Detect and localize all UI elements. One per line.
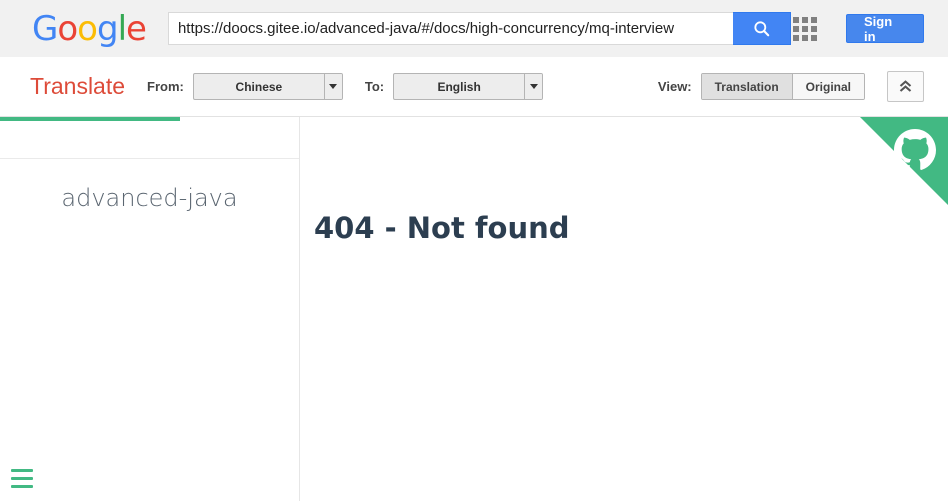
sign-in-button[interactable]: Sign in	[846, 13, 924, 44]
chevron-down-icon	[323, 74, 342, 99]
hamburger-menu-icon[interactable]	[11, 469, 33, 488]
view-translation-button[interactable]: Translation	[701, 74, 792, 99]
search-input[interactable]	[167, 12, 733, 45]
page-loading-progress-bar	[0, 117, 180, 121]
translate-toolbar: Translate From: Chinese To: English View…	[0, 57, 948, 117]
google-logo-letter-l: l	[117, 8, 128, 49]
collapse-toolbar-button[interactable]	[887, 71, 924, 102]
double-chevron-up-icon	[899, 80, 912, 92]
to-label: To:	[364, 79, 385, 94]
google-top-bar: G o o g l e Sign in	[0, 0, 948, 57]
google-logo-letter-g2: g	[96, 8, 119, 49]
view-original-button[interactable]: Original	[791, 74, 864, 99]
page-title: 404 - Not found	[314, 211, 570, 245]
google-logo[interactable]: G o o g l e	[32, 8, 147, 49]
sidebar-divider	[0, 158, 299, 159]
docs-sidebar: advanced-java	[0, 117, 300, 501]
search-button[interactable]	[732, 12, 791, 45]
translate-brand: Translate	[30, 73, 126, 99]
from-label: From:	[147, 79, 184, 94]
sidebar-title[interactable]: advanced-java	[0, 184, 299, 212]
page-body: advanced-java 404 - Not found	[0, 117, 948, 501]
google-logo-letter-e: e	[126, 8, 147, 49]
view-controls: View: Translation Original	[658, 71, 932, 102]
google-logo-letter-g1: G	[32, 8, 58, 49]
search-icon	[754, 21, 770, 37]
github-octocat-icon	[894, 129, 936, 170]
sign-in-label: Sign in	[864, 13, 893, 44]
to-language-select[interactable]: English	[393, 73, 544, 100]
search-bar	[167, 12, 791, 45]
from-language-select[interactable]: Chinese	[192, 73, 343, 100]
apps-grid-icon[interactable]	[791, 14, 820, 44]
from-language-value: Chinese	[235, 79, 283, 94]
view-label: View:	[657, 79, 692, 94]
to-language-value: English	[437, 79, 481, 94]
view-toggle-group: Translation Original	[700, 73, 865, 100]
google-logo-letter-o2: o	[77, 8, 98, 49]
github-corner-ribbon[interactable]	[860, 117, 948, 205]
google-logo-letter-o1: o	[57, 8, 78, 49]
chevron-down-icon	[524, 74, 543, 99]
main-content: 404 - Not found	[300, 117, 948, 501]
